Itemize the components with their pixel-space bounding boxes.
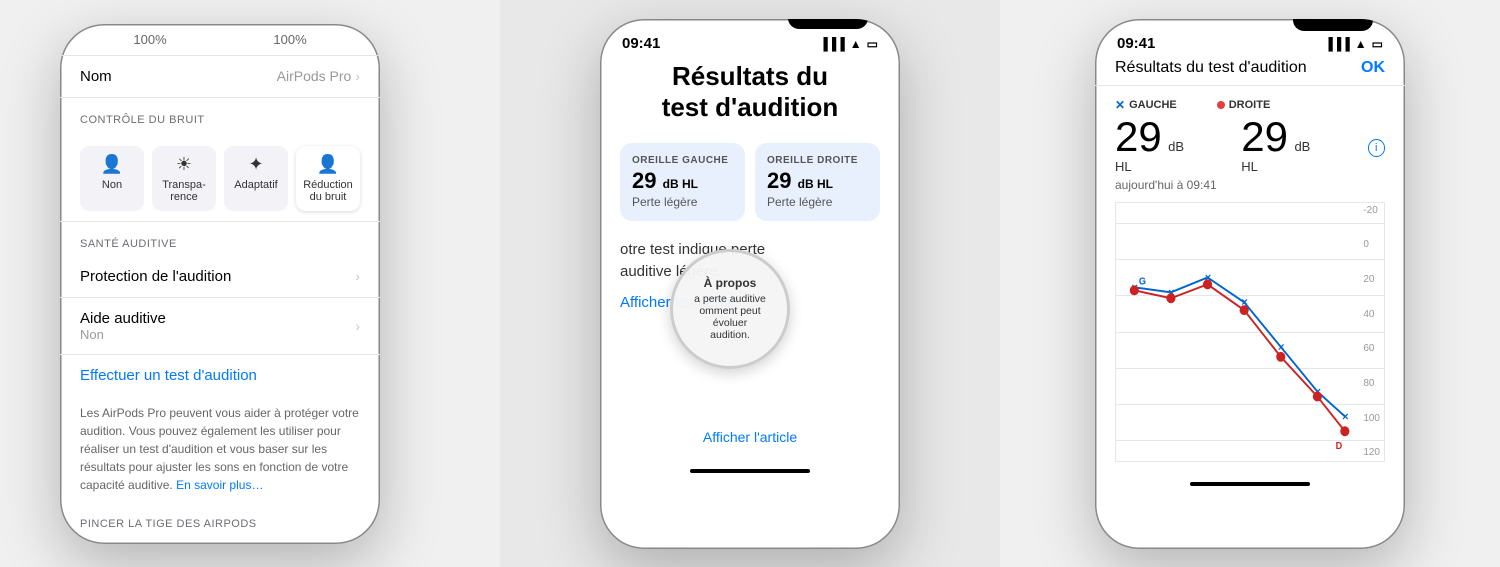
left-side-label: ✕ GAUCHE: [1115, 98, 1177, 112]
noise-buttons: 👤 Non ☀ Transpa-rence ✦ Adaptatif 👤 Rédu…: [80, 146, 360, 211]
ear-cards: OREILLE GAUCHE 29 dB HL Perte légère ORE…: [620, 143, 880, 221]
value-row: 29 dB HL 29 dB HL i: [1115, 116, 1385, 176]
panel-middle: 09:41 ▐▐▐ ▲ ▭ Résultats du test d'auditi…: [500, 0, 1000, 567]
magnifier-bubble: À propos a perte auditiveomment peut évo…: [670, 249, 790, 369]
protection-label-group: Protection de l'audition: [80, 268, 231, 285]
left-ear-desc: Perte légère: [632, 195, 733, 209]
chevron-icon: ›: [355, 68, 360, 84]
left-ear-label: OREILLE GAUCHE: [632, 155, 733, 166]
left-value-group: 29 dB HL: [1115, 116, 1201, 176]
noise-btn-transparence[interactable]: ☀ Transpa-rence: [152, 146, 216, 211]
hearing-title-2: Résultats du test d'audition: [620, 61, 880, 123]
noise-control: 👤 Non ☀ Transpa-rence ✦ Adaptatif 👤 Rédu…: [60, 132, 380, 222]
right-ear-desc: Perte légère: [767, 195, 868, 209]
article-link[interactable]: Afficher l'article: [620, 429, 880, 445]
protection-label: Protection de l'audition: [80, 268, 231, 285]
health-section-header: SANTÉ AUDITIVE: [60, 222, 380, 256]
noise-adaptatif-icon: ✦: [248, 154, 263, 175]
battery-left: 100%: [133, 32, 166, 47]
phone-1: 100% 100% Nom AirPods Pro › CONTRÔLE DU …: [60, 24, 380, 544]
noise-non-label: Non: [102, 179, 122, 191]
audiogram-svg: × × × × × × ×: [1116, 203, 1354, 461]
home-indicator-2: [690, 469, 810, 473]
result-area: otre test indique perteauditive légère. …: [620, 239, 880, 339]
right-big-val: 29: [1241, 113, 1288, 160]
svg-text:D: D: [1336, 440, 1343, 451]
aide-label-group: Aide auditive Non: [80, 310, 166, 342]
phone3-title: Résultats du test d'audition: [1115, 59, 1307, 77]
side-labels: ✕ GAUCHE DROITE: [1115, 98, 1385, 112]
noise-off-icon: 👤: [101, 154, 123, 175]
audiogram-chart: -20 0 20 40 60 80 100 120 × × ×: [1115, 202, 1385, 462]
noise-section-header: CONTRÔLE DU BRUIT: [60, 98, 380, 132]
dot-red-icon: [1217, 101, 1225, 109]
signal-icon-2: ▐▐▐: [819, 37, 845, 51]
left-ear-card: OREILLE GAUCHE 29 dB HL Perte légère: [620, 143, 745, 221]
dynamic-island-3: [1293, 19, 1373, 31]
test-link[interactable]: Effectuer un test d'audition: [60, 355, 380, 396]
wifi-icon-3: ▲: [1355, 37, 1367, 51]
phone-2: 09:41 ▐▐▐ ▲ ▭ Résultats du test d'auditi…: [600, 19, 900, 549]
phone2-content: Résultats du test d'audition OREILLE GAU…: [600, 45, 900, 461]
right-ear-label: OREILLE DROITE: [767, 155, 868, 166]
noise-transparence-icon: ☀: [176, 154, 192, 175]
right-ear-card: OREILLE DROITE 29 dB HL Perte légère: [755, 143, 880, 221]
name-value: AirPods Pro ›: [277, 68, 360, 84]
battery-icon-3: ▭: [1372, 37, 1383, 51]
pincer-section: PINCER LA TIGE DES AIRPODS: [60, 502, 380, 536]
status-icons-2: ▐▐▐ ▲ ▭: [819, 37, 878, 51]
right-value-group: 29 dB HL: [1241, 116, 1327, 176]
home-indicator-3: [1190, 482, 1310, 486]
protection-chevron: ›: [355, 268, 360, 284]
info-icon[interactable]: i: [1368, 139, 1385, 157]
noise-adaptatif-label: Adaptatif: [234, 179, 277, 191]
description-text: Les AirPods Pro peuvent vous aider à pro…: [60, 396, 380, 502]
right-ear-unit: dB HL: [798, 177, 833, 191]
aide-label: Aide auditive: [80, 310, 166, 327]
noise-btn-non[interactable]: 👤 Non: [80, 146, 144, 211]
battery-right: 100%: [273, 32, 306, 47]
noise-btn-adaptatif[interactable]: ✦ Adaptatif: [224, 146, 288, 211]
svg-text:×: ×: [1342, 410, 1349, 422]
phone3-header: Résultats du test d'audition OK: [1095, 47, 1405, 86]
aide-subtitle: Non: [80, 327, 166, 342]
noise-reduction-label: Réductiondu bruit: [303, 179, 353, 203]
name-row[interactable]: Nom AirPods Pro ›: [60, 56, 380, 98]
status-time-3: 09:41: [1117, 35, 1155, 52]
panel-right: 09:41 ▐▐▐ ▲ ▭ Résultats du test d'auditi…: [1000, 0, 1500, 567]
left-big-val: 29: [1115, 113, 1162, 160]
ok-button[interactable]: OK: [1361, 59, 1385, 77]
svg-text:G: G: [1139, 276, 1146, 287]
battery-row: 100% 100%: [60, 24, 380, 56]
status-icons-3: ▐▐▐ ▲ ▭: [1324, 37, 1383, 51]
noise-transparence-label: Transpa-rence: [162, 179, 206, 203]
magnifier-body: a perte auditiveomment peut évolueraudit…: [685, 293, 775, 341]
status-time-2: 09:41: [622, 35, 660, 52]
date-row: aujourd'hui à 09:41: [1115, 178, 1385, 192]
noise-reduction-icon: 👤: [317, 154, 339, 175]
en-savoir-link[interactable]: En savoir plus…: [176, 478, 263, 492]
x-icon-left: ✕: [1115, 98, 1125, 112]
panel-left: 100% 100% Nom AirPods Pro › CONTRÔLE DU …: [0, 0, 500, 567]
battery-icon-2: ▭: [867, 37, 878, 51]
chart-labels: -20 0 20 40 60 80 100 120: [1363, 203, 1380, 461]
name-label: Nom: [80, 68, 112, 85]
aide-chevron: ›: [355, 318, 360, 334]
right-ear-value: 29 dB HL: [767, 170, 868, 192]
magnifier-title: À propos: [704, 276, 757, 290]
protection-item[interactable]: Protection de l'audition ›: [60, 256, 380, 298]
hearing-results: ✕ GAUCHE DROITE 29 dB HL 29 dB HL i: [1095, 86, 1405, 474]
dynamic-island-2: [788, 19, 868, 29]
left-ear-value: 29 dB HL: [632, 170, 733, 192]
phone-3: 09:41 ▐▐▐ ▲ ▭ Résultats du test d'auditi…: [1095, 19, 1405, 549]
left-ear-unit: dB HL: [663, 177, 698, 191]
aide-item[interactable]: Aide auditive Non ›: [60, 298, 380, 355]
noise-btn-reduction[interactable]: 👤 Réductiondu bruit: [296, 146, 360, 211]
right-side-label: DROITE: [1217, 98, 1271, 112]
signal-icon-3: ▐▐▐: [1324, 37, 1350, 51]
wifi-icon-2: ▲: [850, 37, 862, 51]
